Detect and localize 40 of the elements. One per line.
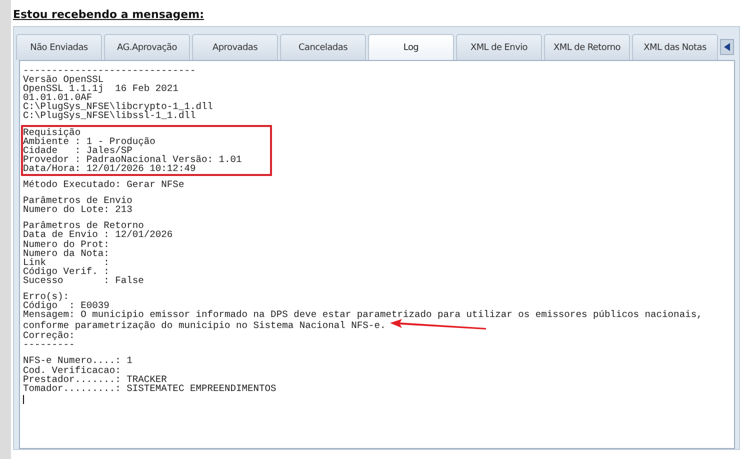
log-line: Método Executado: Gerar NFSe — [23, 180, 184, 190]
heading: Estou recebendo a mensagem: — [13, 8, 206, 21]
log-line: Data de Envio : 12/01/2026 — [23, 230, 173, 240]
tab[interactable]: XML de Retorno — [544, 34, 630, 60]
log-line: Erro(s): — [23, 292, 70, 302]
log-line: OpenSSL 1.1.1j 16 Feb 2021 — [23, 84, 178, 94]
log-line: Correção: — [23, 331, 75, 340]
log-line: conforme parametrização do municipio no Sistema Nacional NFS-e. — [23, 320, 386, 330]
log-line: 01.01.01.0AF — [23, 93, 92, 102]
tab[interactable]: Canceladas — [280, 34, 366, 60]
log-line: Cod. Verificacao: — [23, 366, 121, 375]
log-line: Parâmetros de Retorno — [23, 221, 144, 230]
log-line: Mensagem: O municipio emissor informado na DPS deve estar parametrizado para utilizar os emissores públicos nacionais, — [23, 310, 702, 320]
log-line: Numero do Prot: — [23, 240, 110, 249]
tab[interactable]: Log — [368, 34, 454, 60]
log-line: Sucesso : False — [23, 276, 144, 285]
log-line: Código : E0039 — [23, 301, 110, 310]
tab[interactable]: Aprovadas — [192, 34, 278, 60]
tab[interactable]: XML de Envio — [456, 34, 542, 60]
log-line: Ambiente : 1 - Produção — [23, 136, 156, 146]
log-line: C:\PlugSys_NFSE\libssl-1_1.dll — [23, 111, 196, 121]
log-line: ------------------------------ — [23, 66, 196, 76]
tab[interactable]: Não Enviadas — [16, 34, 102, 60]
log-line: Link : — [23, 258, 110, 267]
tab[interactable]: AG.Aprovação — [104, 34, 190, 60]
log-line: Cidade : Jales/SP — [23, 146, 132, 155]
log-line: Numero da Nota: — [23, 248, 110, 258]
log-line: Parâmetros de Envio — [23, 196, 132, 206]
log-line: --------- — [23, 340, 75, 350]
log-line: Tomador.........: SISTEMATEC EMPREENDIMENTOS — [23, 384, 276, 393]
log-line: Numero do Lote: 213 — [23, 205, 132, 214]
log-line: Código Verif. : — [23, 266, 110, 276]
log-line: C:\PlugSys_NFSE\libcrypto-1_1.dll — [23, 102, 213, 112]
log-line: Provedor : PadraoNacional Versão: 1.01 — [23, 154, 242, 164]
tab[interactable]: XML das Notas — [632, 34, 718, 60]
log-line: NFS-e Numero....: 1 — [23, 356, 132, 366]
log-line: Versão OpenSSL — [23, 75, 104, 84]
log-line: Data/Hora: 12/01/2026 10:12:49 — [23, 164, 196, 174]
log-line: Requisição — [23, 128, 81, 137]
log-line: Prestador.......: TRACKER — [23, 374, 167, 384]
